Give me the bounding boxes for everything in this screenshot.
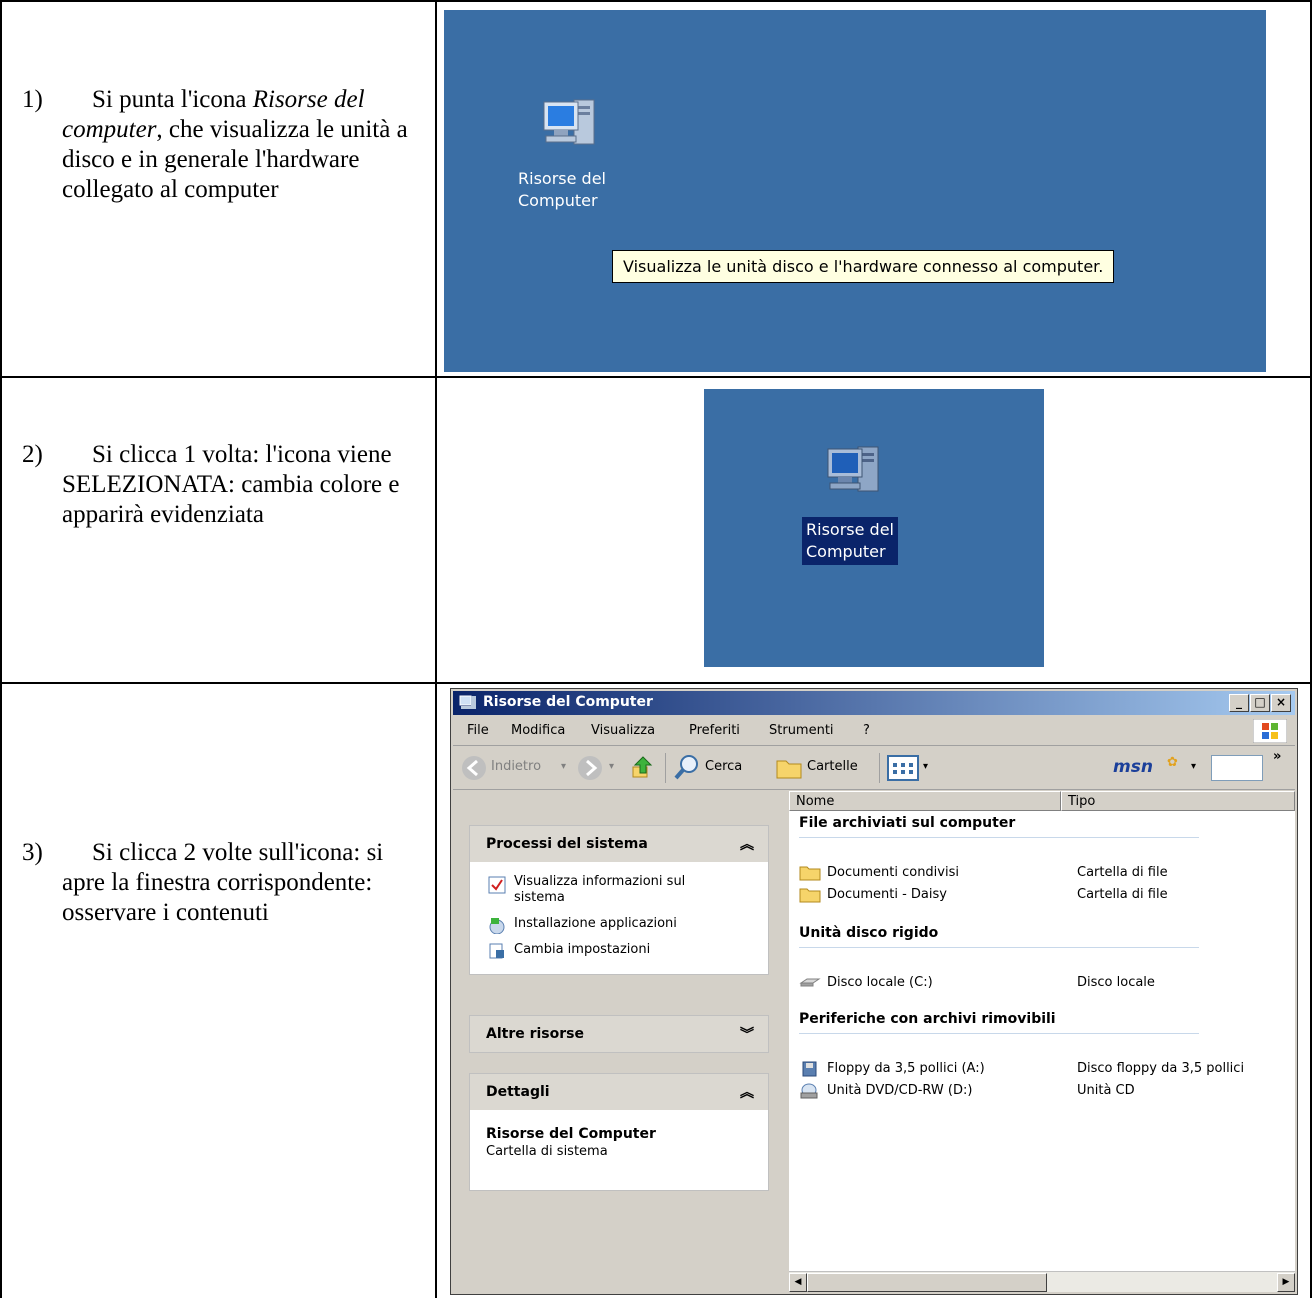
msn-butterfly-icon: ✿ bbox=[1167, 755, 1178, 770]
desktop-panel-hover: Risorse del Computer Visualizza le unità… bbox=[444, 10, 1266, 372]
menu-view[interactable]: Visualizza bbox=[591, 723, 655, 738]
forward-dropdown-icon[interactable]: ▾ bbox=[609, 761, 614, 772]
details-panel: Dettagli ︽ Risorse del Computer Cartella… bbox=[469, 1073, 769, 1191]
menu-tools[interactable]: Strumenti bbox=[769, 723, 834, 738]
search-icon[interactable] bbox=[673, 753, 701, 781]
back-dropdown-icon[interactable]: ▾ bbox=[561, 761, 566, 772]
cd-drive-icon bbox=[800, 1083, 818, 1099]
panel-header[interactable]: Dettagli ︽ bbox=[470, 1074, 768, 1110]
system-info-icon bbox=[488, 876, 506, 894]
my-computer-icon[interactable] bbox=[822, 439, 886, 503]
task-link[interactable]: Installazione applicazioni bbox=[514, 916, 677, 931]
group-header: Unità disco rigido bbox=[799, 925, 939, 941]
views-icon[interactable] bbox=[887, 755, 919, 781]
other-places-panel: Altre risorse ︾ bbox=[469, 1015, 769, 1053]
back-button[interactable]: Indietro bbox=[491, 759, 541, 774]
msn-dropdown-icon[interactable]: ▾ bbox=[1191, 761, 1196, 772]
menu-bar: File Modifica Visualizza Preferiti Strum… bbox=[453, 717, 1295, 746]
group-header: File archiviati sul computer bbox=[799, 815, 1016, 831]
scroll-right-button[interactable]: ▶ bbox=[1277, 1273, 1295, 1292]
tooltip: Visualizza le unità disco e l'hardware c… bbox=[612, 250, 1115, 283]
column-header-name[interactable]: Nome bbox=[789, 791, 1061, 811]
step-text: Si clicca 2 volte sull'icona: si apre la… bbox=[62, 839, 384, 926]
desktop-panel-selected: Risorse del Computer bbox=[704, 389, 1044, 667]
maximize-button[interactable]: □ bbox=[1250, 694, 1270, 712]
menu-help[interactable]: ? bbox=[863, 723, 870, 738]
task-link[interactable]: Visualizza informazioni sul sistema bbox=[514, 874, 734, 906]
collapse-icon[interactable]: ︽ bbox=[740, 1082, 754, 1102]
menu-file[interactable]: File bbox=[467, 723, 489, 738]
search-button[interactable]: Cerca bbox=[705, 759, 742, 774]
views-dropdown-icon[interactable]: ▾ bbox=[923, 761, 928, 772]
window-titlebar[interactable]: Risorse del Computer _ □ × bbox=[453, 691, 1295, 715]
step-text: Si clicca 1 volta: l'icona viene SELEZIO… bbox=[62, 441, 400, 528]
column-header-type[interactable]: Tipo bbox=[1061, 791, 1295, 811]
file-list: Nome Tipo File archiviati sul computer D… bbox=[789, 791, 1295, 1292]
system-tasks-panel: Processi del sistema ︽ Visualizza inform… bbox=[469, 825, 769, 975]
floppy-icon bbox=[802, 1061, 817, 1077]
step-text: Si punta l'icona bbox=[92, 86, 247, 113]
folder-icon bbox=[799, 866, 821, 881]
details-type: Cartella di sistema bbox=[486, 1144, 608, 1159]
table-border-left bbox=[0, 0, 2, 1298]
task-link[interactable]: Cambia impostazioni bbox=[514, 942, 650, 957]
scroll-left-button[interactable]: ◀ bbox=[789, 1273, 807, 1292]
up-folder-icon[interactable] bbox=[629, 753, 657, 781]
table-border-top bbox=[0, 0, 1312, 2]
step-number: 1) bbox=[22, 86, 43, 113]
toolbar-overflow-icon[interactable]: » bbox=[1273, 749, 1281, 764]
toolbar: Indietro ▾ ▾ Cerca Cartelle ▾ msn ✿ ▾ » bbox=[453, 747, 1295, 790]
step-3-text: 3) Si clicca 2 volte sull'icona: si apre… bbox=[22, 838, 422, 928]
close-button[interactable]: × bbox=[1271, 694, 1291, 712]
scroll-thumb[interactable] bbox=[807, 1273, 1047, 1292]
my-computer-window: Risorse del Computer _ □ × File Modifica… bbox=[450, 688, 1298, 1295]
panel-header[interactable]: Altre risorse ︾ bbox=[470, 1016, 768, 1052]
group-header: Periferiche con archivi rimovibili bbox=[799, 1011, 1056, 1027]
folder-icon bbox=[799, 888, 821, 903]
window-title: Risorse del Computer bbox=[483, 694, 653, 710]
folders-icon[interactable] bbox=[775, 755, 803, 781]
folders-button[interactable]: Cartelle bbox=[807, 759, 858, 774]
msn-logo[interactable]: msn bbox=[1113, 757, 1153, 777]
control-panel-icon bbox=[489, 943, 504, 959]
menu-favorites[interactable]: Preferiti bbox=[689, 723, 740, 738]
expand-icon[interactable]: ︾ bbox=[740, 1024, 754, 1044]
back-arrow-icon[interactable] bbox=[461, 755, 487, 781]
add-remove-programs-icon bbox=[489, 918, 505, 934]
menu-edit[interactable]: Modifica bbox=[511, 723, 565, 738]
collapse-icon[interactable]: ︽ bbox=[740, 834, 754, 854]
step-number: 2) bbox=[22, 441, 43, 468]
desktop-icon-label-selected: Risorse del Computer bbox=[802, 517, 898, 565]
table-column-divider bbox=[435, 0, 437, 1298]
my-computer-icon bbox=[459, 695, 476, 709]
step-2-text: 2) Si clicca 1 volta: l'icona viene SELE… bbox=[22, 440, 422, 530]
desktop-icon-label: Risorse del Computer bbox=[518, 169, 606, 210]
forward-arrow-icon[interactable] bbox=[577, 755, 603, 781]
msn-search-input[interactable] bbox=[1211, 755, 1263, 781]
my-computer-icon[interactable] bbox=[538, 92, 602, 156]
step-1-text: 1) Si punta l'icona Risorse del computer… bbox=[22, 85, 422, 205]
minimize-button[interactable]: _ bbox=[1229, 694, 1249, 712]
table-row-divider bbox=[0, 376, 1312, 378]
step-number: 3) bbox=[22, 839, 43, 866]
windows-logo-icon bbox=[1253, 719, 1287, 743]
horizontal-scrollbar[interactable]: ◀ ▶ bbox=[789, 1271, 1295, 1292]
details-name: Risorse del Computer bbox=[486, 1126, 656, 1142]
task-pane: Processi del sistema ︽ Visualizza inform… bbox=[453, 791, 787, 1292]
table-row-divider bbox=[0, 682, 1312, 684]
hard-disk-icon bbox=[799, 978, 821, 987]
panel-header[interactable]: Processi del sistema ︽ bbox=[470, 826, 768, 862]
